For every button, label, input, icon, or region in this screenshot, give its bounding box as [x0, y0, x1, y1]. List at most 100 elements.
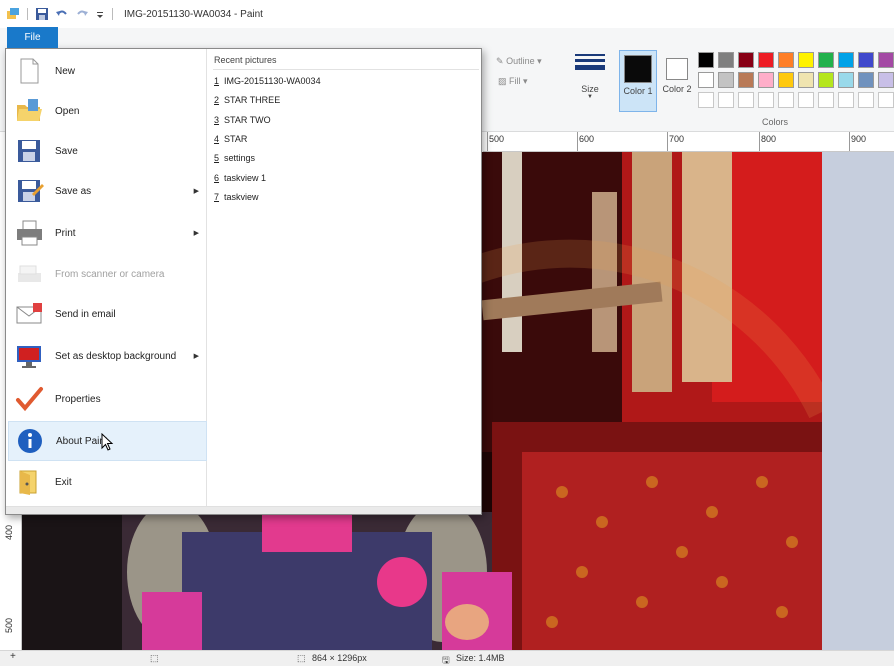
menu-item-exit[interactable]: Exit — [8, 462, 207, 502]
save-as-icon — [14, 176, 44, 206]
color1-button[interactable]: Color 1 — [619, 50, 657, 112]
exit-icon — [14, 467, 44, 497]
palette-swatch[interactable] — [758, 72, 774, 88]
ruler-tick-label: 500 — [4, 617, 14, 633]
open-folder-icon — [14, 96, 44, 126]
file-tab[interactable]: File — [7, 27, 58, 48]
menu-item-save[interactable]: Save — [8, 131, 207, 171]
cursor-position-icon: + — [10, 651, 16, 662]
custom-color-slot[interactable] — [818, 92, 834, 108]
menu-item-label: Open — [55, 105, 80, 117]
custom-color-slot[interactable] — [838, 92, 854, 108]
desktop-icon — [14, 341, 44, 371]
palette-swatch[interactable] — [718, 52, 734, 68]
custom-color-slot[interactable] — [858, 92, 874, 108]
recent-picture-item[interactable]: 6 taskview 1 — [214, 173, 266, 183]
color1-swatch — [624, 55, 652, 83]
recent-pictures-header: Recent pictures — [214, 55, 277, 65]
separator — [27, 8, 28, 20]
palette-swatch[interactable] — [838, 72, 854, 88]
ruler-tick — [577, 132, 578, 151]
recent-item-number: 6 — [214, 172, 220, 183]
menu-item-new[interactable]: New — [8, 51, 207, 91]
custom-color-slot[interactable] — [878, 92, 894, 108]
palette-swatch[interactable] — [878, 52, 894, 68]
custom-color-slot[interactable] — [758, 92, 774, 108]
fill-label: Fill — [509, 76, 521, 86]
divider — [213, 69, 479, 70]
ruler-tick-label: 900 — [851, 134, 867, 144]
palette-swatch[interactable] — [858, 72, 874, 88]
menu-item-properties[interactable]: Properties — [8, 379, 207, 419]
recent-picture-item[interactable]: 4 STAR — [214, 134, 247, 144]
ruler-tick-label: 800 — [761, 134, 777, 144]
recent-picture-item[interactable]: 3 STAR TWO — [214, 115, 271, 125]
palette-swatch[interactable] — [738, 72, 754, 88]
fill-button[interactable]: ▨ Fill ▾ — [498, 76, 528, 87]
email-icon — [14, 299, 44, 329]
menu-item-label: From scanner or camera — [55, 268, 165, 280]
horizontal-ruler: 500 600 700 800 900 — [483, 132, 894, 152]
menu-item-label: Save — [55, 145, 78, 157]
menu-item-from-scanner[interactable]: From scanner or camera — [8, 254, 207, 294]
checkmark-icon — [14, 384, 44, 414]
custom-color-slot[interactable] — [778, 92, 794, 108]
palette-swatch[interactable] — [758, 52, 774, 68]
colors-group-label: Colors — [762, 117, 789, 127]
palette-swatch[interactable] — [838, 52, 854, 68]
menu-item-desktop-bg[interactable]: Set as desktop background ▶ — [8, 336, 207, 376]
menu-bottom-strip — [6, 506, 481, 514]
color2-swatch — [666, 58, 688, 80]
palette-swatch[interactable] — [818, 52, 834, 68]
outline-icon: ✎ — [496, 56, 504, 66]
recent-item-number: 3 — [214, 114, 220, 125]
custom-color-slot[interactable] — [798, 92, 814, 108]
menu-item-print[interactable]: Print ▶ — [8, 213, 207, 253]
palette-swatch[interactable] — [858, 52, 874, 68]
palette-swatch[interactable] — [778, 72, 794, 88]
image-dimensions: 864 × 1296px — [312, 653, 367, 663]
ruler-tick-label: 600 — [579, 134, 595, 144]
menu-item-open[interactable]: Open — [8, 91, 207, 131]
palette-swatch[interactable] — [798, 52, 814, 68]
menu-item-label: Exit — [55, 476, 72, 488]
submenu-arrow-icon: ▶ — [193, 353, 199, 360]
custom-color-slot[interactable] — [718, 92, 734, 108]
file-menu: New Open Save Save as ▶ Print ▶ From scanner or… — [5, 48, 482, 515]
recent-picture-item[interactable]: 7 taskview — [214, 192, 259, 202]
custom-color-slot[interactable] — [738, 92, 754, 108]
ruler-tick — [487, 132, 488, 151]
menu-item-send-email[interactable]: Send in email — [8, 294, 207, 334]
size-button[interactable]: Size ▼ — [574, 52, 606, 112]
color1-label: Color 1 — [623, 86, 653, 96]
palette-swatch[interactable] — [738, 52, 754, 68]
custom-color-slot[interactable] — [698, 92, 714, 108]
outline-button[interactable]: ✎ Outline ▾ — [496, 56, 542, 67]
separator — [112, 8, 113, 20]
customize-icon[interactable] — [95, 7, 105, 21]
palette-swatch[interactable] — [778, 52, 794, 68]
new-document-icon — [14, 56, 44, 86]
recent-item-label: taskview — [224, 191, 259, 202]
image-dimensions-icon: ⬚ — [297, 653, 306, 663]
recent-picture-item[interactable]: 2 STAR THREE — [214, 95, 280, 105]
palette-swatch[interactable] — [698, 72, 714, 88]
save-icon[interactable] — [35, 7, 49, 21]
ruler-tick — [849, 132, 850, 151]
info-icon — [15, 426, 45, 456]
palette-swatch[interactable] — [798, 72, 814, 88]
undo-icon[interactable] — [55, 7, 69, 21]
palette-swatch[interactable] — [818, 72, 834, 88]
recent-picture-item[interactable]: 5 settings — [214, 153, 255, 163]
redo-icon[interactable] — [75, 7, 89, 21]
scanner-icon — [14, 259, 44, 289]
palette-swatch[interactable] — [718, 72, 734, 88]
menu-item-save-as[interactable]: Save as ▶ — [8, 171, 207, 211]
color2-button[interactable]: Color 2 — [660, 50, 694, 112]
recent-picture-item[interactable]: 1 IMG-20151130-WA0034 — [214, 76, 321, 86]
palette-swatch[interactable] — [698, 52, 714, 68]
palette-swatch[interactable] — [878, 72, 894, 88]
recent-item-number: 4 — [214, 133, 220, 144]
recent-item-label: IMG-20151130-WA0034 — [224, 76, 321, 86]
paint-app-icon[interactable] — [6, 7, 20, 21]
